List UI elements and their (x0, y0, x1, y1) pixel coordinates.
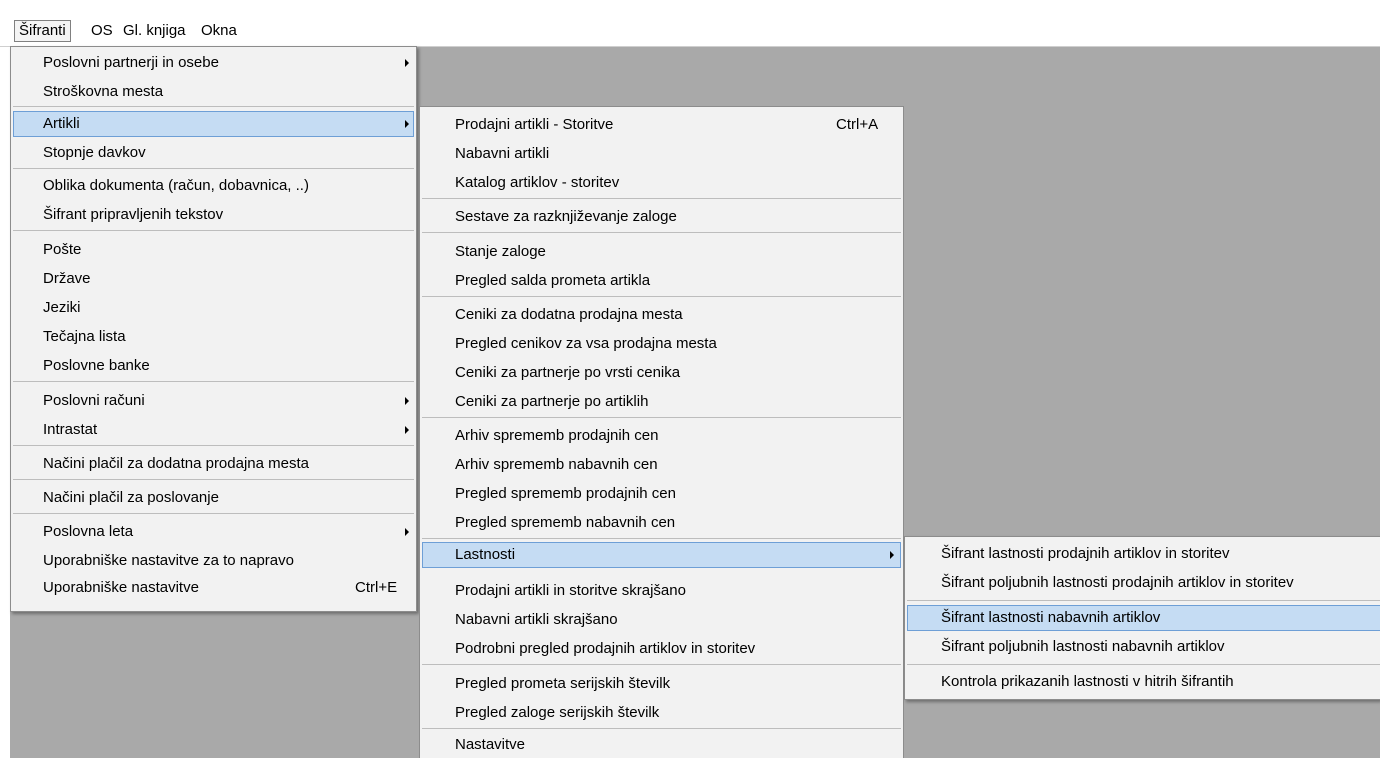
sifranti-menu: Poslovni partnerji in osebe Stroškovna m… (10, 46, 417, 612)
menu-item-sifrant-lastnosti-nabavnih[interactable]: Šifrant lastnosti nabavnih artiklov (907, 605, 1380, 631)
menu-item-arhiv-prodajnih[interactable]: Arhiv sprememb prodajnih cen (422, 423, 901, 449)
menu-okna[interactable]: Okna (197, 20, 241, 42)
menu-item-podrobni-pregled[interactable]: Podrobni pregled prodajnih artiklov in s… (422, 636, 901, 662)
menu-item-poslovni-racuni[interactable]: Poslovni računi (13, 388, 414, 414)
menu-item-promet-serijskih[interactable]: Pregled prometa serijskih številk (422, 671, 901, 697)
menu-separator (13, 168, 414, 169)
menu-item-ceniki-vrsti[interactable]: Ceniki za partnerje po vrsti cenika (422, 360, 901, 386)
menu-item-stanje-zaloge[interactable]: Stanje zaloge (422, 239, 901, 265)
menu-item-sifrant-poljubnih-prodajnih[interactable]: Šifrant poljubnih lastnosti prodajnih ar… (907, 570, 1380, 596)
menu-item-pregled-nabavnih-cen[interactable]: Pregled sprememb nabavnih cen (422, 510, 901, 536)
submenu-arrow-icon (405, 120, 409, 128)
menu-item-stroskovna-mesta[interactable]: Stroškovna mesta (13, 79, 414, 105)
menu-item-pregled-salda[interactable]: Pregled salda prometa artikla (422, 268, 901, 294)
menu-separator (13, 479, 414, 480)
menu-item-arhiv-nabavnih[interactable]: Arhiv sprememb nabavnih cen (422, 452, 901, 478)
menu-item-nabavni-artikli[interactable]: Nabavni artikli (422, 141, 901, 167)
menu-item-drzave[interactable]: Države (13, 266, 414, 292)
menu-item-tecajna-lista[interactable]: Tečajna lista (13, 324, 414, 350)
menu-item-pregled-cenikov[interactable]: Pregled cenikov za vsa prodajna mesta (422, 331, 901, 357)
submenu-arrow-icon (890, 551, 894, 559)
menu-item-jeziki[interactable]: Jeziki (13, 295, 414, 321)
menu-gl-knjiga[interactable]: Gl. knjiga (119, 20, 190, 42)
menu-separator (907, 664, 1380, 665)
menu-separator (422, 417, 901, 418)
menu-separator (907, 600, 1380, 601)
menu-item-poslovne-banke[interactable]: Poslovne banke (13, 353, 414, 379)
menu-item-intrastat[interactable]: Intrastat (13, 417, 414, 443)
menu-separator (422, 296, 901, 297)
menu-item-prodajni-skrajsano[interactable]: Prodajni artikli in storitve skrajšano (422, 578, 901, 604)
submenu-arrow-icon (405, 426, 409, 434)
menu-item-kontrola-lastnosti[interactable]: Kontrola prikazanih lastnosti v hitrih š… (907, 669, 1380, 695)
menu-separator (13, 106, 414, 107)
menu-item-sestave-razknjizevanje[interactable]: Sestave za razknjiževanje zaloge (422, 204, 901, 230)
menu-separator (13, 381, 414, 382)
menu-item-nabavni-skrajsano[interactable]: Nabavni artikli skrajšano (422, 607, 901, 633)
menu-item-poslovni-partnerji[interactable]: Poslovni partnerji in osebe (13, 50, 414, 76)
menu-bar: Šifranti OS Gl. knjiga Okna (0, 0, 1380, 47)
menu-separator (13, 230, 414, 231)
menu-separator (422, 232, 901, 233)
menu-item-lastnosti[interactable]: Lastnosti (422, 542, 901, 568)
menu-item-prodajni-artikli-storitve[interactable]: Prodajni artikli - Storitve Ctrl+A (422, 112, 901, 138)
menu-sifranti[interactable]: Šifranti (14, 20, 71, 42)
shortcut-label: Ctrl+A (836, 116, 879, 133)
menu-item-katalog-artiklov[interactable]: Katalog artiklov - storitev (422, 170, 901, 196)
menu-item-nastavitve[interactable]: Nastavitve (422, 732, 901, 758)
menu-item-sifrant-poljubnih-nabavnih[interactable]: Šifrant poljubnih lastnosti nabavnih art… (907, 634, 1380, 660)
menu-separator (13, 445, 414, 446)
menu-item-uporabniske-nastavitve[interactable]: Uporabniške nastavitve Ctrl+E (13, 575, 414, 601)
menu-item-sifrant-lastnosti-prodajnih[interactable]: Šifrant lastnosti prodajnih artiklov in … (907, 541, 1380, 567)
menu-separator (422, 664, 901, 665)
menu-separator (422, 538, 901, 539)
lastnosti-submenu: Šifrant lastnosti prodajnih artiklov in … (904, 536, 1380, 700)
menu-item-sifrant-tekstov[interactable]: Šifrant pripravljenih tekstov (13, 202, 414, 228)
menu-item-ceniki-artiklih[interactable]: Ceniki za partnerje po artiklih (422, 389, 901, 415)
menu-item-nacini-placil-dodatna[interactable]: Načini plačil za dodatna prodajna mesta (13, 451, 414, 477)
submenu-arrow-icon (405, 59, 409, 67)
menu-item-poste[interactable]: Pošte (13, 237, 414, 263)
menu-item-pregled-prodajnih-cen[interactable]: Pregled sprememb prodajnih cen (422, 481, 901, 507)
menu-item-artikli[interactable]: Artikli (13, 111, 414, 137)
menu-item-poslovna-leta[interactable]: Poslovna leta (13, 519, 414, 545)
artikli-submenu: Prodajni artikli - Storitve Ctrl+A Nabavn… (419, 106, 904, 758)
menu-item-nastavitve-naprava[interactable]: Uporabniške nastavitve za to napravo (13, 548, 414, 574)
menu-os[interactable]: OS (87, 20, 117, 42)
menu-separator (422, 198, 901, 199)
menu-item-nacini-placil-poslovanje[interactable]: Načini plačil za poslovanje (13, 485, 414, 511)
menu-item-zaloga-serijskih[interactable]: Pregled zaloge serijskih številk (422, 700, 901, 726)
shortcut-label: Ctrl+E (355, 579, 398, 596)
menu-item-oblika-dokumenta[interactable]: Oblika dokumenta (račun, dobavnica, ..) (13, 173, 414, 199)
menu-separator (422, 728, 901, 729)
menu-separator (13, 513, 414, 514)
submenu-arrow-icon (405, 528, 409, 536)
submenu-arrow-icon (405, 397, 409, 405)
menu-item-ceniki-dodatna[interactable]: Ceniki za dodatna prodajna mesta (422, 302, 901, 328)
menu-item-stopnje-davkov[interactable]: Stopnje davkov (13, 140, 414, 166)
